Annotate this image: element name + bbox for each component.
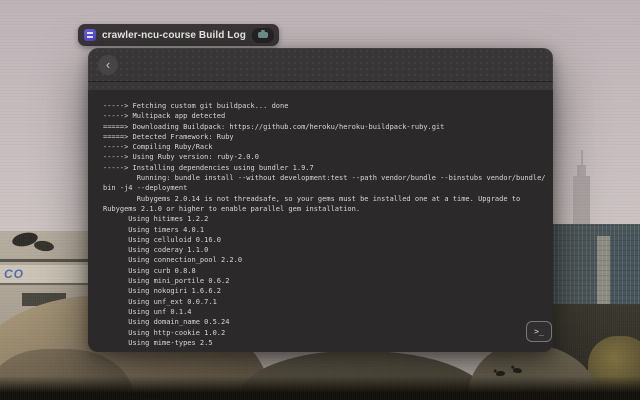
log-line: Using mime-types 2.5 (103, 338, 549, 348)
graffiti-text: CO (4, 267, 24, 281)
terminal-toggle-button[interactable]: >_ (526, 321, 552, 342)
screen: CO crawler-ncu-course Build Log ‹ ----->… (0, 0, 640, 400)
foreground-shadow (0, 376, 640, 400)
city-skyline (538, 224, 640, 316)
chevron-left-icon: ‹ (106, 58, 110, 71)
log-line: Using mini_portile 0.6.2 (103, 276, 549, 286)
log-line: =====> Detected Framework: Ruby (103, 132, 549, 142)
log-line: -----> Fetching custom git buildpack... … (103, 101, 549, 111)
tab-title: crawler-ncu-course Build Log (102, 30, 246, 41)
log-line: -----> Installing dependencies using bun… (103, 163, 549, 173)
camera-icon (258, 32, 268, 38)
build-log-tab[interactable]: crawler-ncu-course Build Log (78, 24, 279, 46)
log-line: Using http-cookie 1.0.2 (103, 328, 549, 338)
log-line: Using connection_pool 2.2.0 (103, 255, 549, 265)
log-line: Using unf_ext 0.0.7.1 (103, 297, 549, 307)
log-line: Using curb 0.8.8 (103, 266, 549, 276)
back-button[interactable]: ‹ (98, 55, 118, 75)
concrete-ledge (0, 259, 92, 262)
log-line: -----> Multipack app detected (103, 111, 549, 121)
log-line: =====> Downloading Buildpack: https://gi… (103, 122, 549, 132)
log-line: bin -j4 --deployment (103, 183, 549, 193)
pigeon-silhouette (513, 368, 522, 374)
terminal-prompt-icon: >_ (534, 328, 544, 336)
log-line: Running: bundle install --without develo… (103, 173, 549, 183)
log-line: Using coderay 1.1.0 (103, 245, 549, 255)
log-line: Using hitimes 1.2.2 (103, 214, 549, 224)
build-log-window: ‹ -----> Fetching custom git buildpack..… (88, 48, 553, 352)
log-line: -----> Compiling Ruby/Rack (103, 142, 549, 152)
log-line: Using unf 0.1.4 (103, 307, 549, 317)
build-log-output[interactable]: -----> Fetching custom git buildpack... … (88, 90, 553, 352)
log-line: Using nokogiri 1.6.6.2 (103, 286, 549, 296)
log-line: Using timers 4.0.1 (103, 225, 549, 235)
log-line: Rubygems 2.1.0 or higher to enable paral… (103, 204, 549, 214)
empire-state-building (573, 176, 590, 228)
window-header: ‹ (88, 48, 553, 82)
app-logo-icon (84, 29, 96, 41)
log-lines: -----> Fetching custom git buildpack... … (103, 101, 549, 348)
log-line: Using domain_name 0.5.24 (103, 317, 549, 327)
log-line: Rubygems 2.0.14 is not threadsafe, so yo… (103, 194, 549, 204)
camera-button[interactable] (252, 28, 274, 43)
log-line: Using celluloid 0.16.0 (103, 235, 549, 245)
log-line: -----> Using Ruby version: ruby-2.0.0 (103, 152, 549, 162)
graffiti-scribble (33, 240, 54, 253)
